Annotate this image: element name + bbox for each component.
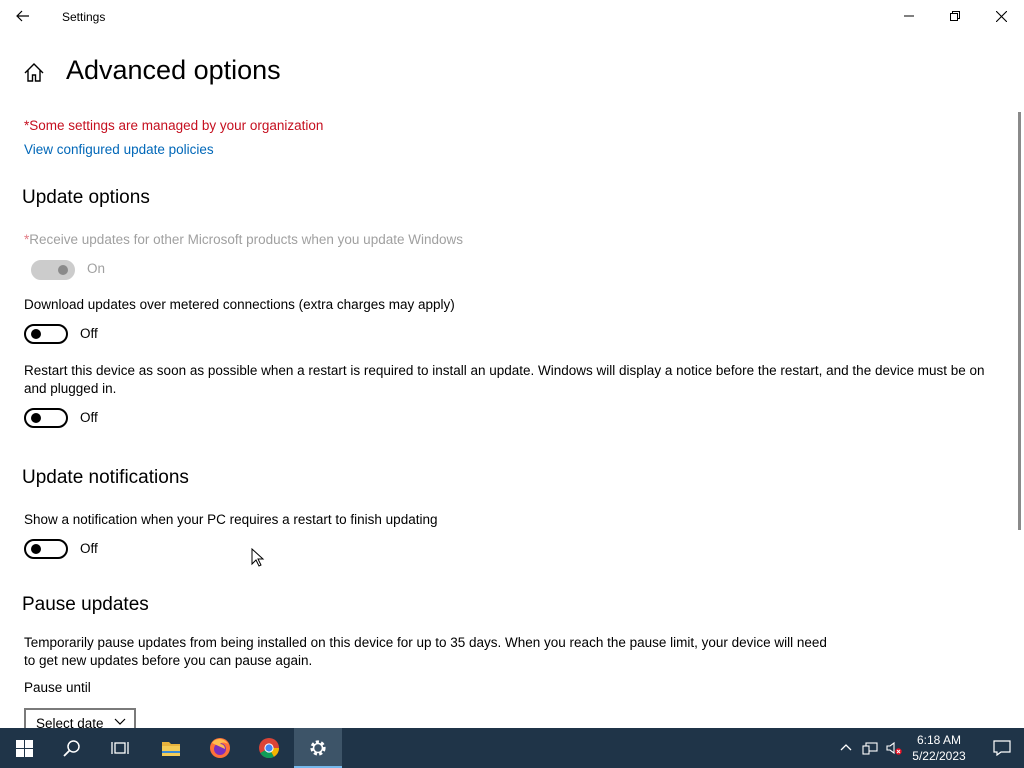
title-bar: Settings: [0, 0, 1024, 32]
pause-until-label: Pause until: [24, 680, 91, 695]
restart-notification-toggle[interactable]: [24, 539, 68, 559]
taskbar-clock[interactable]: 6:18 AM 5/22/2023: [908, 732, 970, 764]
task-view-icon: [111, 742, 129, 754]
restore-button[interactable]: [932, 0, 978, 32]
file-explorer-button[interactable]: [147, 728, 195, 768]
start-icon: [15, 739, 33, 757]
minimize-button[interactable]: [886, 0, 932, 32]
organization-notice: *Some settings are managed by your organ…: [24, 118, 324, 133]
receive-updates-label: *Receive updates for other Microsoft pro…: [24, 232, 463, 247]
restart-asap-toggle[interactable]: [24, 408, 68, 428]
firefox-button[interactable]: [196, 728, 244, 768]
network-icon[interactable]: [862, 740, 878, 756]
page-title: Advanced options: [66, 55, 281, 85]
restore-icon: [950, 11, 960, 21]
back-button[interactable]: [0, 0, 46, 32]
scrollbar[interactable]: [1018, 112, 1021, 530]
update-notifications-heading: Update notifications: [22, 467, 189, 488]
chevron-down-icon: [114, 718, 126, 725]
window-title: Settings: [62, 10, 106, 24]
chrome-icon: [259, 738, 280, 759]
restart-asap-state: Off: [80, 410, 98, 425]
mouse-cursor-icon: [251, 548, 265, 567]
notification-icon: [993, 740, 1011, 756]
search-button[interactable]: [48, 728, 96, 768]
file-explorer-icon: [162, 742, 180, 756]
taskbar: 6:18 AM 5/22/2023: [0, 728, 1024, 768]
home-icon[interactable]: [22, 61, 46, 85]
metered-connections-label: Download updates over metered connection…: [24, 297, 455, 312]
receive-updates-state: On: [87, 261, 106, 276]
clock-date: 5/22/2023: [912, 749, 966, 763]
pause-updates-heading: Pause updates: [22, 594, 149, 615]
start-button[interactable]: [0, 728, 48, 768]
receive-updates-toggle: [31, 260, 75, 280]
restart-asap-label: Restart this device as soon as possible …: [24, 363, 985, 396]
firefox-icon: [210, 738, 230, 758]
close-icon: [995, 10, 1007, 22]
chrome-button[interactable]: [245, 728, 293, 768]
settings-taskbar-button[interactable]: [294, 728, 342, 768]
settings-icon: [310, 740, 326, 756]
task-view-button[interactable]: [96, 728, 144, 768]
action-center-button[interactable]: [980, 728, 1024, 768]
close-button[interactable]: [978, 0, 1024, 32]
restart-notification-label: Show a notification when your PC require…: [24, 512, 438, 527]
back-arrow-icon: [16, 10, 29, 22]
view-policies-link[interactable]: View configured update policies: [24, 142, 214, 157]
pause-updates-description: Temporarily pause updates from being ins…: [24, 635, 827, 668]
chevron-up-icon[interactable]: [838, 740, 854, 756]
volume-muted-icon[interactable]: [886, 740, 902, 756]
metered-connections-toggle[interactable]: [24, 324, 68, 344]
search-icon: [63, 740, 80, 757]
restart-notification-state: Off: [80, 541, 98, 556]
metered-connections-state: Off: [80, 326, 98, 341]
update-options-heading: Update options: [22, 187, 150, 208]
clock-time: 6:18 AM: [916, 733, 962, 747]
minimize-icon: [904, 15, 914, 17]
